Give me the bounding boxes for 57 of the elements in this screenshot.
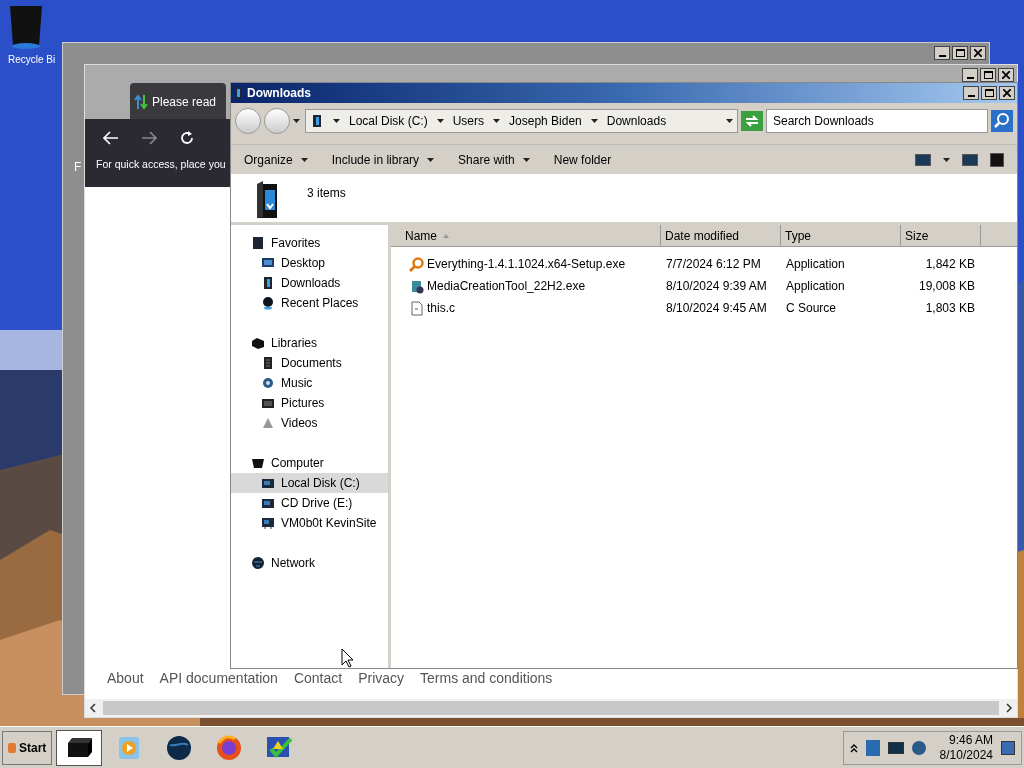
nav-item[interactable]: Libraries (231, 333, 388, 353)
column-header[interactable]: Type (781, 225, 901, 246)
nav-item[interactable]: Downloads (231, 273, 388, 293)
nav-item[interactable]: VM0b0t KevinSite (231, 513, 388, 533)
nav-item[interactable]: Documents (231, 353, 388, 373)
breadcrumb-item[interactable]: Joseph Biden (509, 112, 582, 130)
nav-item[interactable]: Desktop (231, 253, 388, 273)
file-name: MediaCreationTool_22H2.exe (427, 278, 586, 295)
start-button[interactable]: Start (2, 730, 53, 765)
footer-link[interactable]: Contact (293, 668, 343, 689)
page-text: F (74, 159, 82, 176)
search-field[interactable]: Search Downloads (766, 109, 988, 133)
address-bar[interactable]: Local Disk (C:) Users Joseph Biden Downloads (305, 109, 738, 133)
type-cell-text: Application (785, 256, 846, 273)
toolbar-button[interactable]: Share with (458, 150, 530, 169)
date-cell-text: 7/7/2024 6:12 PM (665, 256, 762, 273)
file-row[interactable]: MediaCreationTool_22H2.exe 8/10/2024 9:39 AM Application 19,008 KB (391, 275, 1017, 297)
nav-item[interactable]: Pictures (231, 393, 388, 413)
size-cell-text: 19,008 KB (917, 278, 975, 295)
nav-item[interactable]: Videos (231, 413, 388, 433)
clock-date: 8/10/2024 (939, 747, 993, 763)
type-cell-text: C Source (785, 300, 838, 317)
footer-link[interactable]: API documentation (159, 668, 278, 689)
nav-item[interactable]: Computer (231, 453, 388, 473)
nav-item[interactable]: Local Disk (C:) (231, 473, 388, 493)
breadcrumb-item[interactable]: Local Disk (C:) (349, 112, 428, 130)
item-count: 3 items (307, 185, 346, 202)
file-row[interactable]: Everything-1.4.1.1024.x64-Setup.exe 7/7/2024 6:12 PM Application 1,842 KB (391, 253, 1017, 275)
date-cell-text: 8/10/2024 9:45 AM (665, 300, 768, 317)
toolbar-button[interactable]: New folder (553, 150, 612, 169)
toolbar-button[interactable]: Include in library (331, 150, 435, 169)
desktop-icon-label[interactable]: Recycle Bi (8, 52, 56, 67)
file-name: this.c (427, 300, 455, 317)
column-header[interactable]: Date modified (661, 225, 781, 246)
nav-item[interactable]: Network (231, 553, 388, 573)
size-cell-text: 1,803 KB (924, 300, 975, 317)
footer-link[interactable]: Terms and conditions (420, 668, 553, 689)
breadcrumb-item[interactable]: Downloads (606, 112, 667, 130)
window-title: Downloads (247, 85, 311, 102)
file-row[interactable]: this.c 8/10/2024 9:45 AM C Source 1,803 KB (391, 297, 1017, 319)
footer-link[interactable]: Privacy (358, 668, 405, 689)
column-header[interactable]: Name (391, 225, 661, 246)
breadcrumb-item[interactable]: Users (452, 112, 485, 130)
nav-item[interactable]: Music (231, 373, 388, 393)
type-cell-text: Application (785, 278, 846, 295)
size-cell-text: 1,842 KB (924, 256, 975, 273)
nav-item[interactable]: Recent Places (231, 293, 388, 313)
file-name: Everything-1.4.1.1024.x64-Setup.exe (427, 256, 626, 273)
column-header[interactable]: Size (901, 225, 981, 246)
nav-item[interactable]: Favorites (231, 233, 388, 253)
nav-item[interactable]: CD Drive (E:) (231, 493, 388, 513)
browser-tab[interactable]: Please read (130, 83, 226, 121)
clock-time: 9:46 AM (948, 732, 993, 748)
bookmarks-hint: For quick access, place you (95, 157, 226, 172)
toolbar-button[interactable]: Organize (244, 150, 308, 169)
footer-link[interactable]: About (107, 668, 144, 689)
date-cell-text: 8/10/2024 9:39 AM (665, 278, 768, 295)
